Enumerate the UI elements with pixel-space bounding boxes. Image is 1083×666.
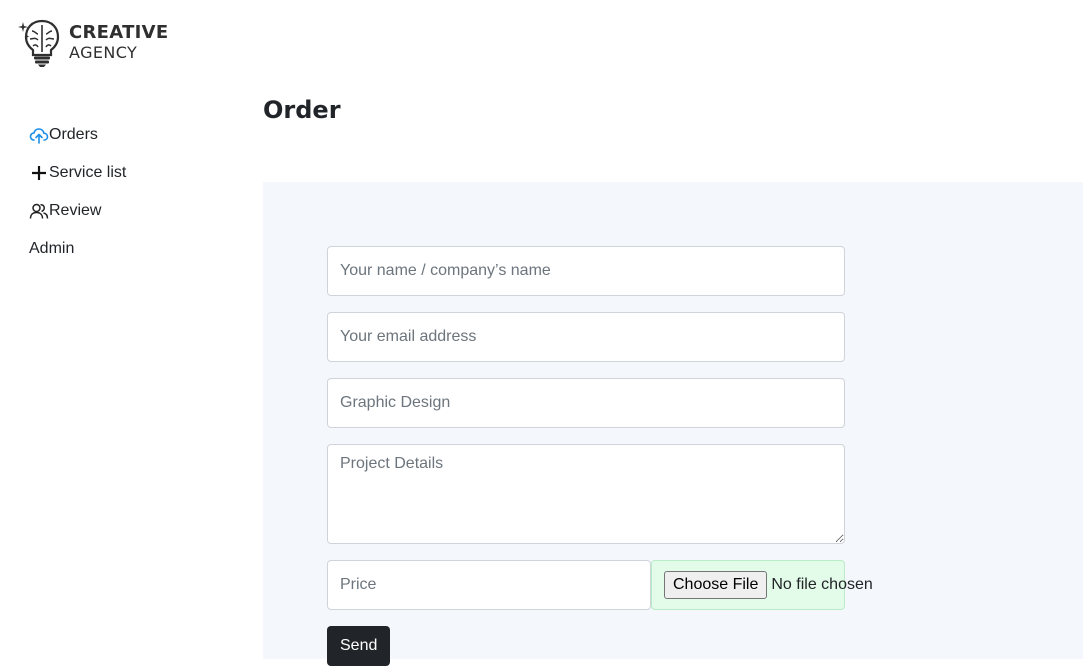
sidebar: Orders Service list Review Admin [29,124,229,276]
price-input[interactable] [327,560,651,610]
sidebar-item-admin[interactable]: Admin [29,238,229,260]
users-icon [29,201,49,221]
order-form-panel: Choose File No file chosen Send [263,182,1083,666]
name-input[interactable] [327,246,845,296]
sidebar-item-review[interactable]: Review [29,200,229,222]
brand-line1: CREATIVE [69,22,169,43]
sidebar-item-label: Service list [49,164,127,181]
sidebar-item-orders[interactable]: Orders [29,124,229,146]
service-input[interactable] [327,378,845,428]
cloud-upload-icon [29,125,49,145]
sidebar-item-label: Admin [29,240,75,257]
send-button[interactable]: Send [327,626,391,666]
plus-icon [29,163,49,183]
file-status-text: No file chosen [771,576,873,593]
page-title: Order [263,96,341,124]
email-input[interactable] [327,312,845,362]
choose-file-button[interactable]: Choose File [664,571,768,599]
brand-wordmark: CREATIVE AGENCY [69,23,169,63]
project-details-textarea[interactable] [327,444,845,544]
brand-logo[interactable]: CREATIVE AGENCY [18,18,169,68]
file-upload-field[interactable]: Choose File No file chosen [651,560,873,610]
sidebar-item-label: Review [49,202,102,219]
sidebar-item-label: Orders [49,126,98,143]
brand-line2: AGENCY [69,43,138,62]
sidebar-item-service-list[interactable]: Service list [29,162,229,184]
brain-bulb-icon [18,19,60,67]
